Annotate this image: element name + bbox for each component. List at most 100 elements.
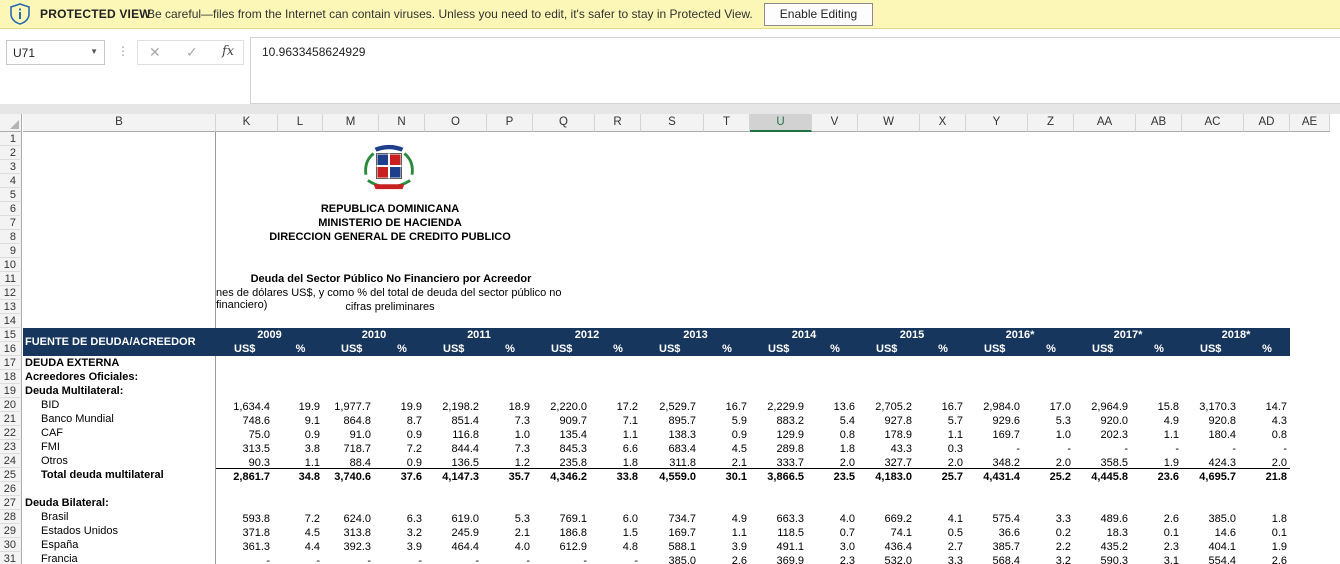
table-cell[interactable]: 313.5 — [216, 442, 270, 456]
table-cell[interactable]: 6.0 — [595, 512, 638, 526]
table-cell[interactable]: 3.9 — [704, 540, 747, 554]
row-header-26[interactable]: 26 — [0, 482, 22, 496]
table-cell[interactable]: 4.0 — [812, 512, 855, 526]
table-cell[interactable]: 2.2 — [1028, 540, 1071, 554]
table-cell[interactable]: 138.3 — [641, 428, 696, 442]
table-cell[interactable]: 769.1 — [533, 512, 587, 526]
table-cell[interactable]: 13.6 — [812, 400, 855, 414]
table-cell[interactable]: - — [216, 554, 270, 564]
table-cell[interactable]: 2,705.2 — [858, 400, 912, 414]
table-cell[interactable]: 3.2 — [1028, 554, 1071, 564]
column-header-y[interactable]: Y — [966, 114, 1028, 132]
enable-editing-button[interactable]: Enable Editing — [764, 3, 873, 26]
table-cell[interactable]: 2.6 — [1244, 554, 1287, 564]
column-header-u[interactable]: U — [750, 114, 812, 132]
column-header-ac[interactable]: AC — [1182, 114, 1244, 132]
table-cell[interactable]: 554.4 — [1182, 554, 1236, 564]
table-cell[interactable]: 2.7 — [920, 540, 963, 554]
name-box[interactable]: U71 ▼ — [6, 40, 105, 65]
row-header-28[interactable]: 28 — [0, 510, 22, 524]
row-header-3[interactable]: 3 — [0, 160, 22, 174]
table-cell[interactable]: 23.5 — [812, 470, 855, 484]
table-cell[interactable]: 1.5 — [595, 526, 638, 540]
table-cell[interactable]: 0.1 — [1244, 526, 1287, 540]
table-cell[interactable]: - — [1244, 442, 1287, 456]
table-cell[interactable]: 6.3 — [379, 512, 422, 526]
table-cell[interactable]: 844.4 — [425, 442, 479, 456]
table-cell[interactable]: 1.9 — [1244, 540, 1287, 554]
column-header-o[interactable]: O — [425, 114, 487, 132]
table-cell[interactable]: 385.7 — [966, 540, 1020, 554]
table-cell[interactable]: - — [278, 554, 320, 564]
table-cell[interactable]: 1.8 — [1244, 512, 1287, 526]
table-cell[interactable]: 0.9 — [278, 428, 320, 442]
table-cell[interactable]: 3,170.3 — [1182, 400, 1236, 414]
table-cell[interactable]: 23.6 — [1136, 470, 1179, 484]
table-cell[interactable]: 7.2 — [379, 442, 422, 456]
table-cell[interactable]: 748.6 — [216, 414, 270, 428]
table-cell[interactable]: 718.7 — [323, 442, 371, 456]
table-cell[interactable]: 3.9 — [379, 540, 422, 554]
table-cell[interactable]: 135.4 — [533, 428, 587, 442]
table-cell[interactable]: 0.8 — [1244, 428, 1287, 442]
table-cell[interactable]: 14.6 — [1182, 526, 1236, 540]
column-header-t[interactable]: T — [704, 114, 750, 132]
table-cell[interactable]: 2,861.7 — [216, 470, 270, 484]
table-cell[interactable]: 1.8 — [812, 442, 855, 456]
row-header-7[interactable]: 7 — [0, 216, 22, 230]
table-cell[interactable]: 2,984.0 — [966, 400, 1020, 414]
table-cell[interactable]: 4,445.8 — [1074, 470, 1128, 484]
row-header-25[interactable]: 25 — [0, 468, 22, 482]
table-cell[interactable]: 4.0 — [487, 540, 530, 554]
table-cell[interactable]: 3.8 — [278, 442, 320, 456]
column-header-r[interactable]: R — [595, 114, 641, 132]
table-cell[interactable]: 1,977.7 — [323, 400, 371, 414]
table-cell[interactable]: - — [966, 442, 1020, 456]
table-cell[interactable]: 2.6 — [1136, 512, 1179, 526]
row-header-20[interactable]: 20 — [0, 398, 22, 412]
table-cell[interactable]: 0.7 — [812, 526, 855, 540]
table-cell[interactable]: 851.4 — [425, 414, 479, 428]
table-cell[interactable]: 3.2 — [379, 526, 422, 540]
table-cell[interactable]: 4.3 — [1244, 414, 1287, 428]
row-header-10[interactable]: 10 — [0, 258, 22, 272]
table-cell[interactable]: 129.9 — [750, 428, 804, 442]
table-cell[interactable]: 4,695.7 — [1182, 470, 1236, 484]
table-cell[interactable]: 7.1 — [595, 414, 638, 428]
table-cell[interactable]: 2.6 — [704, 554, 747, 564]
table-cell[interactable]: 186.8 — [533, 526, 587, 540]
table-cell[interactable]: 16.7 — [704, 400, 747, 414]
table-cell[interactable]: 5.4 — [812, 414, 855, 428]
table-cell[interactable]: 1.1 — [595, 428, 638, 442]
row-header-22[interactable]: 22 — [0, 426, 22, 440]
table-cell[interactable]: 385.0 — [641, 554, 696, 564]
row-header-2[interactable]: 2 — [0, 146, 22, 160]
table-cell[interactable]: 5.3 — [487, 512, 530, 526]
table-cell[interactable]: 2,529.7 — [641, 400, 696, 414]
table-cell[interactable]: 575.4 — [966, 512, 1020, 526]
table-cell[interactable]: 624.0 — [323, 512, 371, 526]
table-cell[interactable]: 2.3 — [1136, 540, 1179, 554]
column-header-w[interactable]: W — [858, 114, 920, 132]
table-cell[interactable]: 612.9 — [533, 540, 587, 554]
row-header-30[interactable]: 30 — [0, 538, 22, 552]
table-cell[interactable]: 491.1 — [750, 540, 804, 554]
table-cell[interactable]: 180.4 — [1182, 428, 1236, 442]
table-cell[interactable]: 927.8 — [858, 414, 912, 428]
table-cell[interactable]: 169.7 — [966, 428, 1020, 442]
table-cell[interactable]: 369.9 — [750, 554, 804, 564]
table-cell[interactable]: 36.6 — [966, 526, 1020, 540]
table-cell[interactable]: - — [595, 554, 638, 564]
table-cell[interactable]: 436.4 — [858, 540, 912, 554]
select-all-corner[interactable] — [0, 114, 22, 132]
row-header-16[interactable]: 16 — [0, 342, 22, 356]
row-header-8[interactable]: 8 — [0, 230, 22, 244]
table-cell[interactable]: 1.1 — [1136, 428, 1179, 442]
table-cell[interactable]: - — [1028, 442, 1071, 456]
table-cell[interactable]: 37.6 — [379, 470, 422, 484]
table-cell[interactable]: - — [379, 554, 422, 564]
table-cell[interactable]: 7.3 — [487, 442, 530, 456]
table-cell[interactable]: 34.8 — [278, 470, 320, 484]
table-cell[interactable]: 8.7 — [379, 414, 422, 428]
table-cell[interactable]: 5.9 — [704, 414, 747, 428]
